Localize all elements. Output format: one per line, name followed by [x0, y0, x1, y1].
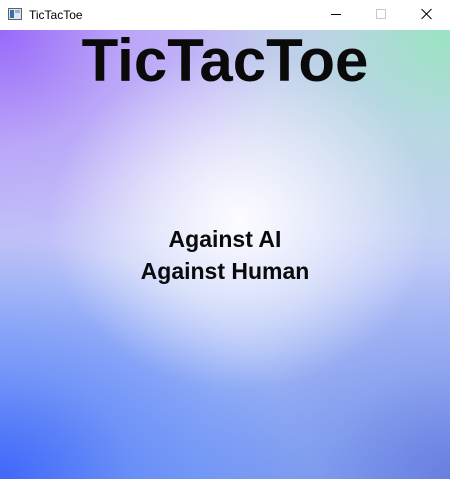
close-icon: [421, 8, 433, 20]
mode-menu: Against AI Against Human: [0, 223, 450, 287]
minimize-button[interactable]: [314, 0, 359, 30]
maximize-button[interactable]: [359, 0, 404, 30]
app-window-icon: [8, 8, 22, 20]
close-button[interactable]: [404, 0, 449, 30]
against-ai-button[interactable]: Against AI: [0, 223, 450, 255]
against-human-button[interactable]: Against Human: [0, 255, 450, 287]
app-window: TicTacToe TicTacToe Against AI Against H…: [0, 0, 450, 479]
game-menu-screen: TicTacToe Against AI Against Human: [0, 30, 450, 479]
window-titlebar[interactable]: TicTacToe: [0, 0, 450, 30]
window-title: TicTacToe: [29, 8, 83, 22]
maximize-icon: [376, 9, 386, 19]
game-title: TicTacToe: [81, 30, 369, 94]
minimize-icon: [331, 14, 341, 15]
